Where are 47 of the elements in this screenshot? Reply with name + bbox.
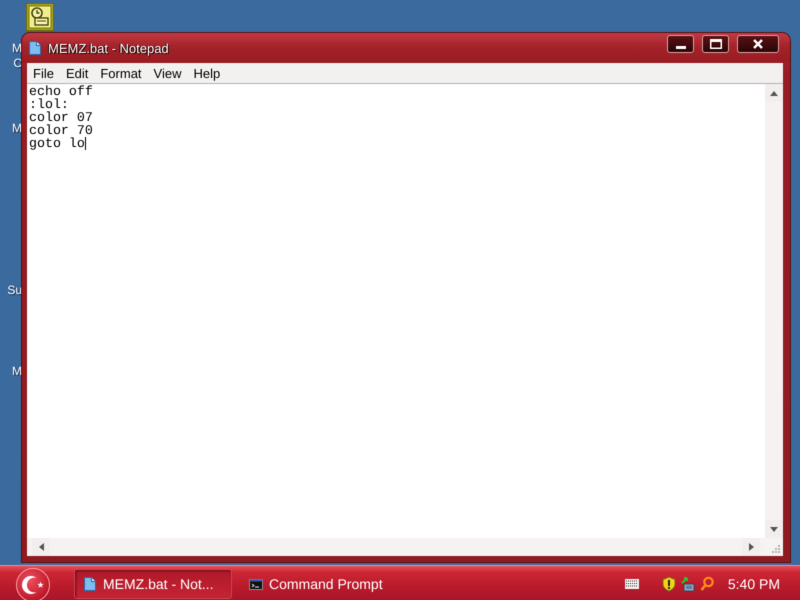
icon-label: Su [7, 283, 22, 298]
shield-icon[interactable] [662, 576, 676, 592]
text-cursor [84, 137, 86, 150]
taskbar-button[interactable]: Command Prompt [240, 569, 398, 599]
menu-item[interactable]: View [148, 63, 188, 83]
start-button[interactable] [16, 568, 50, 600]
code-line: :lol: [29, 98, 69, 111]
resize-grip-icon[interactable] [770, 543, 780, 553]
clock: 5:40 PM [728, 576, 780, 592]
scroll-right-button[interactable] [742, 538, 760, 556]
menu-item[interactable]: Format [94, 63, 148, 83]
document-icon [28, 40, 42, 56]
network-icon[interactable] [680, 576, 695, 592]
crescent-star-icon [22, 576, 44, 594]
maximize-icon [710, 39, 722, 49]
icon-label: M [12, 121, 22, 136]
minimize-icon [676, 46, 686, 48]
left-arrow-icon [38, 543, 44, 551]
text-editor[interactable]: echo off :lol: color 07 color 70 goto lo [27, 84, 765, 538]
search-icon[interactable] [700, 576, 714, 592]
scroll-up-button[interactable] [765, 84, 783, 102]
icon-label: M [12, 364, 22, 379]
taskbar-button[interactable]: MEMZ.bat - Not... [74, 569, 232, 599]
minimize-button[interactable] [667, 35, 694, 53]
menu-item[interactable]: Edit [60, 63, 94, 83]
code-line: goto lo [29, 137, 85, 150]
clock-icon[interactable] [26, 3, 54, 31]
console-icon [249, 578, 263, 590]
icon-label: C [13, 56, 22, 71]
scroll-left-button[interactable] [32, 538, 50, 556]
code-line: color 70 [29, 124, 93, 137]
close-icon [753, 39, 763, 49]
vertical-scrollbar[interactable] [765, 84, 783, 538]
window-title: MEMZ.bat - Notepad [48, 40, 169, 56]
scroll-down-button[interactable] [765, 520, 783, 538]
icon-label: M [12, 41, 22, 56]
menu-item[interactable]: Help [187, 63, 226, 83]
up-arrow-icon [770, 90, 778, 96]
code-line: echo off [29, 85, 93, 98]
menu-item[interactable]: File [27, 63, 60, 83]
maximize-button[interactable] [702, 35, 729, 53]
keyboard-icon[interactable] [624, 579, 639, 589]
document-icon [83, 576, 97, 592]
close-button[interactable] [737, 35, 779, 53]
down-arrow-icon [770, 526, 778, 532]
right-arrow-icon [748, 543, 754, 551]
code-line: color 07 [29, 111, 93, 124]
